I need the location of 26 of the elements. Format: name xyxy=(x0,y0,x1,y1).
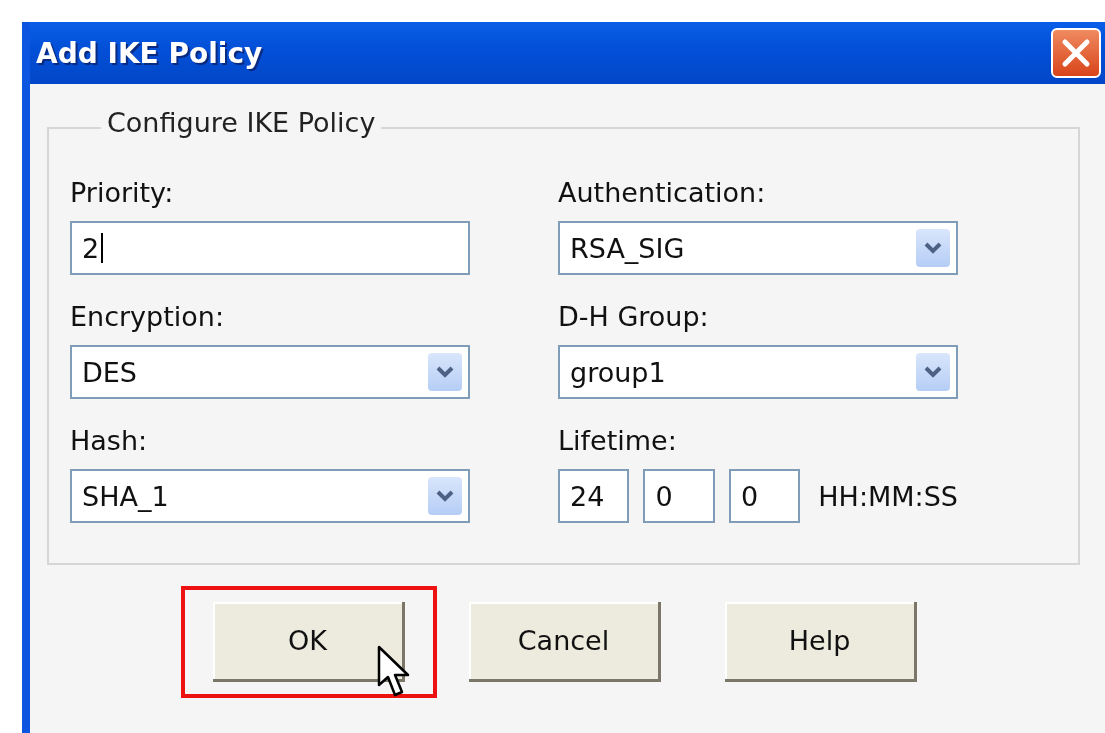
chevron-down-icon xyxy=(916,353,950,391)
chevron-down-icon xyxy=(428,477,462,515)
unit-label: HH:MM:SS xyxy=(818,480,958,512)
text-field[interactable]: 2 xyxy=(70,221,470,275)
dropdown[interactable]: DES xyxy=(70,345,470,399)
window-title: Add IKE Policy xyxy=(36,36,263,70)
dropdown[interactable]: RSA_SIG xyxy=(558,221,958,275)
number-field[interactable]: 0 xyxy=(728,469,801,523)
field-label: Encryption: xyxy=(70,300,226,334)
dropdown[interactable]: group1 xyxy=(558,345,958,399)
field-label: Lifetime: xyxy=(558,424,678,458)
field-label: Authentication: xyxy=(558,176,767,210)
number-field[interactable]: 0 xyxy=(643,469,715,523)
number-field[interactable]: 24 xyxy=(558,469,630,523)
dialog-button[interactable]: OK xyxy=(213,602,405,682)
field-label: D-H Group: xyxy=(558,300,710,334)
dropdown[interactable]: SHA_1 xyxy=(70,469,470,523)
chevron-down-icon xyxy=(428,353,462,391)
pointer-icon xyxy=(377,645,411,699)
field-label: Priority: xyxy=(70,176,175,210)
chevron-down-icon xyxy=(916,229,950,267)
dialog-button[interactable]: Cancel xyxy=(469,602,661,682)
close-icon xyxy=(1061,38,1091,68)
field-label: Hash: xyxy=(70,424,149,458)
close-button[interactable] xyxy=(1051,28,1101,78)
dialog-button[interactable]: Help xyxy=(725,602,917,682)
